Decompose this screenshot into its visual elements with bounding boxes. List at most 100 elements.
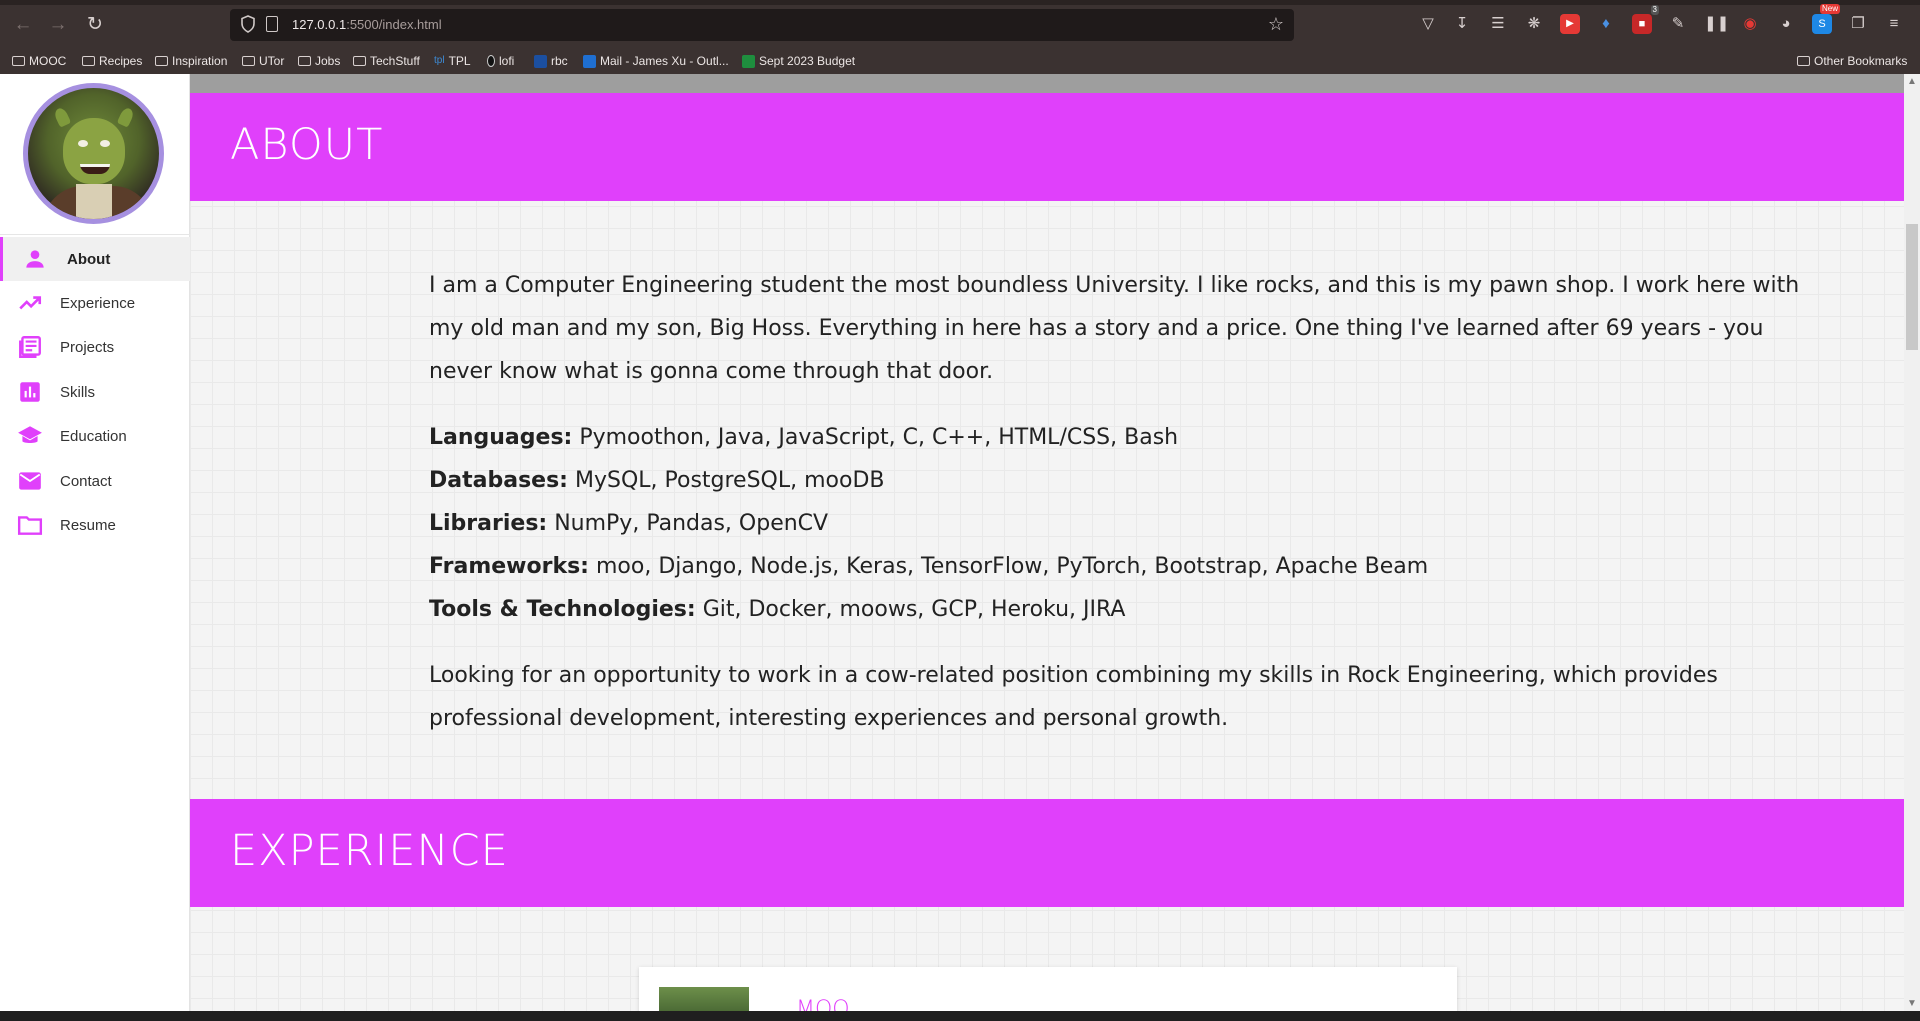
skill-row: Databases: MySQL, PostgreSQL, mooDB [429, 459, 1819, 502]
url-text[interactable]: 127.0.0.1:5500/index.html [292, 17, 442, 32]
star-icon[interactable]: ☆ [1268, 14, 1284, 35]
skill-row: Tools & Technologies: Git, Docker, moows… [429, 588, 1819, 631]
bookmark-mooc[interactable]: MOOC [12, 52, 66, 70]
os-taskbar [0, 1011, 1920, 1021]
new-extension-icon[interactable]: New S [1812, 4, 1840, 34]
bookmark-lofi[interactable]: lofi [487, 52, 514, 70]
tab-strip [0, 0, 1920, 5]
skill-label: Databases: [429, 468, 568, 493]
sidebar-item-education[interactable]: Education [0, 414, 190, 458]
skill-value: Git, Docker, moows, GCP, Heroku, JIRA [695, 597, 1126, 622]
address-bar[interactable]: 127.0.0.1:5500/index.html ☆ [230, 9, 1294, 41]
video-extension-icon[interactable]: ▶ [1560, 14, 1580, 34]
avatar-face [63, 118, 125, 184]
avatar [23, 83, 164, 224]
bookmark-tpl[interactable]: tpl TPL [434, 52, 471, 70]
skill-label: Tools & Technologies: [429, 597, 696, 622]
avatar-shirt [76, 184, 112, 219]
menu-icon[interactable]: ≡ [1884, 14, 1904, 34]
forward-icon[interactable]: → [45, 12, 71, 38]
bookmark-jobs[interactable]: Jobs [298, 52, 340, 70]
folder-icon [12, 56, 25, 66]
scrollbar[interactable]: ▲ ▼ [1904, 74, 1920, 1011]
skill-value: Pymoothon, Java, JavaScript, C, C++, HTM… [572, 425, 1179, 450]
library-icon[interactable]: ☰ [1488, 14, 1508, 34]
pause-icon[interactable]: ❚❚ [1704, 14, 1729, 34]
account-icon[interactable]: ◕ [1776, 14, 1796, 34]
scrollbar-thumb[interactable] [1906, 224, 1918, 350]
sidebar-item-resume[interactable]: Resume [0, 503, 190, 547]
about-body: I am a Computer Engineering student the … [429, 264, 1819, 740]
folder-icon [155, 56, 168, 66]
trending-up-icon [19, 296, 42, 310]
bookmark-rbc[interactable]: rbc [534, 52, 568, 70]
folder-icon [1797, 56, 1810, 66]
sidebar-item-label: Contact [60, 472, 112, 490]
sidebar-item-experience[interactable]: Experience [0, 281, 190, 325]
skill-value: MySQL, PostgreSQL, mooDB [567, 468, 885, 493]
bookmark-budget[interactable]: Sept 2023 Budget [742, 52, 855, 70]
sidebar-item-skills[interactable]: Skills [0, 370, 190, 414]
about-intro: I am a Computer Engineering student the … [429, 273, 1800, 384]
browser-toolbar: ← → ↻ 127.0.0.1:5500/index.html ☆ ▽ ↧ ☰ … [0, 0, 1920, 74]
folder-icon [353, 56, 366, 66]
folder-icon [17, 516, 43, 535]
skill-row: Languages: Pymoothon, Java, JavaScript, … [429, 416, 1819, 459]
sidebar-item-label: Projects [60, 338, 115, 356]
previous-section-edge [190, 74, 1904, 94]
sidebar-item-label: About [67, 250, 111, 268]
bookmark-recipes[interactable]: Recipes [82, 52, 142, 70]
ublock-badge: 3 [1650, 5, 1659, 15]
outlook-icon [583, 54, 596, 68]
folder-icon [82, 56, 95, 66]
skill-value: moo, Django, Node.js, Keras, TensorFlow,… [588, 554, 1429, 579]
sidebar-item-contact[interactable]: Contact [0, 459, 190, 503]
bookmarks-bar: MOOC Recipes Inspiration UTor Jobs TechS… [0, 48, 1920, 74]
nav-divider [0, 234, 190, 235]
experience-thumbnail [659, 987, 749, 1011]
pocket-icon[interactable]: ▽ [1418, 14, 1438, 34]
avatar-eye [78, 140, 88, 147]
skill-row: Frameworks: moo, Django, Node.js, Keras,… [429, 545, 1819, 588]
react-devtools-icon[interactable]: ❋ [1524, 14, 1544, 34]
about-objective: Looking for an opportunity to work in a … [429, 663, 1718, 731]
bookmark-inspiration[interactable]: Inspiration [155, 52, 227, 70]
about-heading: ABOUT [230, 120, 384, 170]
main-content: ABOUT I am a Computer Engineering studen… [190, 74, 1904, 1011]
skill-label: Libraries: [429, 511, 548, 536]
skill-label: Frameworks: [429, 554, 589, 579]
sidebar-item-about[interactable]: About [0, 237, 190, 281]
experience-card[interactable]: MOO [639, 967, 1457, 1011]
color-picker-icon[interactable]: ✎ [1668, 14, 1688, 34]
bookmark-techstuff[interactable]: TechStuff [353, 52, 420, 70]
bookmark-utor[interactable]: UTor [242, 52, 284, 70]
bar-chart-icon [20, 382, 40, 402]
other-bookmarks[interactable]: Other Bookmarks [1797, 52, 1907, 70]
skill-row: Libraries: NumPy, Pandas, OpenCV [429, 502, 1819, 545]
ublock-icon[interactable]: 3 ■ [1632, 5, 1659, 34]
skill-label: Languages: [429, 425, 573, 450]
rbc-icon [534, 54, 547, 68]
shield-icon [241, 15, 255, 33]
sidebar-item-projects[interactable]: Projects [0, 325, 190, 369]
bitwarden-icon[interactable]: ♦ [1596, 14, 1616, 34]
mail-icon [19, 472, 41, 490]
extensions-icon[interactable]: ❐ [1848, 14, 1868, 34]
tpl-icon: tpl [434, 54, 445, 66]
folder-icon [298, 56, 311, 66]
person-icon [26, 250, 44, 268]
back-icon[interactable]: ← [10, 12, 36, 38]
sidebar-item-label: Skills [60, 383, 96, 401]
reload-icon[interactable]: ↻ [82, 12, 108, 38]
bookmark-mail[interactable]: Mail - James Xu - Outl... [583, 52, 729, 70]
folder-icon [242, 56, 255, 66]
record-icon[interactable]: ◉ [1740, 14, 1760, 34]
experience-section-header: EXPERIENCE [190, 799, 1904, 907]
new-badge: New [1819, 4, 1840, 14]
download-icon[interactable]: ↧ [1452, 14, 1472, 34]
skill-value: NumPy, Pandas, OpenCV [547, 511, 829, 536]
avatar-ear [52, 106, 72, 128]
scroll-up-icon[interactable]: ▲ [1907, 76, 1917, 87]
scroll-down-icon[interactable]: ▼ [1907, 998, 1917, 1009]
sidebar-item-label: Education [60, 427, 127, 445]
